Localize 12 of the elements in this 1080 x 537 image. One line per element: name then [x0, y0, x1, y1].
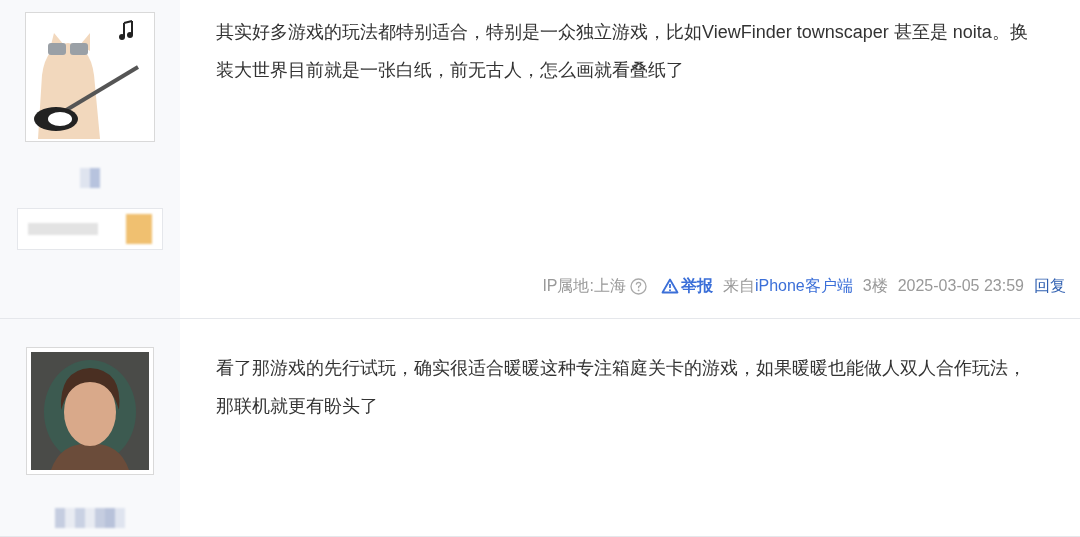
source-label: 来自 [722, 276, 755, 296]
floor-number: 3楼 [862, 276, 888, 296]
report-link[interactable]: 举报 [660, 274, 713, 298]
ip-location: IP属地:上海 [542, 276, 626, 296]
blurred-username [80, 168, 100, 188]
post-content: 其实好多游戏的玩法都特别适合，特别是一众独立游戏，比如ViewFinder townscaper 甚至是 noita。换装大世界目前就是一张白纸，前无古人，怎么画就看叠纸了 [216, 21, 1029, 82]
client-link[interactable]: iPhone客户端 [754, 274, 853, 298]
blurred-username [55, 508, 125, 528]
post-time: 2025-03-05 23:59 [897, 276, 1024, 296]
post-content: 看了那游戏的先行试玩，确实很适合暖暖这种专注箱庭关卡的游戏，如果暖暖也能做人双人合作玩法，那联机就更有盼头了 [216, 357, 1027, 418]
warning-icon [660, 278, 679, 294]
reply-link[interactable]: 回复 [1034, 274, 1066, 298]
